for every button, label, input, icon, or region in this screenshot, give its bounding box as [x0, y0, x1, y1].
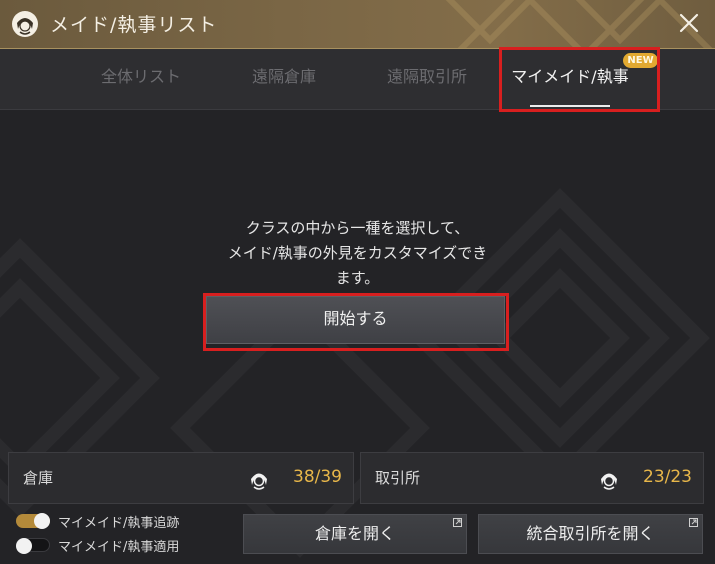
maid-icon [12, 11, 38, 37]
maid-icon [601, 473, 617, 490]
description-line-1: クラスの中から一種を選択して、 [245, 219, 470, 237]
popout-icon [689, 518, 698, 527]
warehouse-label: 倉庫 [23, 469, 54, 487]
tab-remote-market[interactable]: 遠隔取引所 [368, 49, 486, 109]
warehouse-panel: 倉庫 38/39 [8, 452, 354, 504]
highlight-box-tab [499, 47, 660, 112]
tab-remote-warehouse[interactable]: 遠隔倉庫 [232, 49, 336, 109]
popout-icon [453, 518, 462, 527]
toggle-knob [34, 513, 50, 529]
toggle-switch-off[interactable] [16, 538, 50, 554]
maid-icon [251, 473, 267, 490]
description-line-2: メイド/執事の外見をカスタマイズでき [227, 244, 488, 262]
description-text: クラスの中から一種を選択して、 メイド/執事の外見をカスタマイズでき ます。 [190, 216, 525, 291]
title-pattern [445, 0, 713, 48]
description-line-3: ます。 [335, 269, 380, 287]
highlight-box-button [203, 293, 509, 351]
toggle-switch-on[interactable] [16, 513, 50, 529]
tab-all-list[interactable]: 全体リスト [80, 49, 202, 109]
toggle-maid-apply[interactable]: マイメイド/執事適用 [16, 536, 216, 556]
market-count: 23/23 [643, 467, 692, 487]
toggle-label-apply: マイメイド/執事適用 [58, 540, 180, 555]
market-panel: 取引所 23/23 [360, 452, 704, 504]
close-icon[interactable] [672, 6, 706, 40]
window-title: メイド/執事リスト [50, 14, 218, 36]
market-label: 取引所 [375, 469, 421, 487]
toggle-maid-follow[interactable]: マイメイド/執事追跡 [16, 512, 216, 532]
open-warehouse-label: 倉庫を開く [314, 524, 395, 543]
warehouse-count: 38/39 [293, 467, 342, 487]
title-bar[interactable]: メイド/執事リスト [0, 0, 715, 49]
toggle-label-follow: マイメイド/執事追跡 [58, 516, 180, 531]
maid-list-window: メイド/執事リスト 全体リスト 遠隔倉庫 遠隔取引所 マイメイド/執事 NEW … [0, 0, 715, 564]
open-warehouse-button[interactable]: 倉庫を開く [243, 514, 467, 554]
toggle-knob [16, 538, 32, 554]
open-market-label: 統合取引所を開く [526, 524, 655, 543]
open-market-button[interactable]: 統合取引所を開く [478, 514, 703, 554]
